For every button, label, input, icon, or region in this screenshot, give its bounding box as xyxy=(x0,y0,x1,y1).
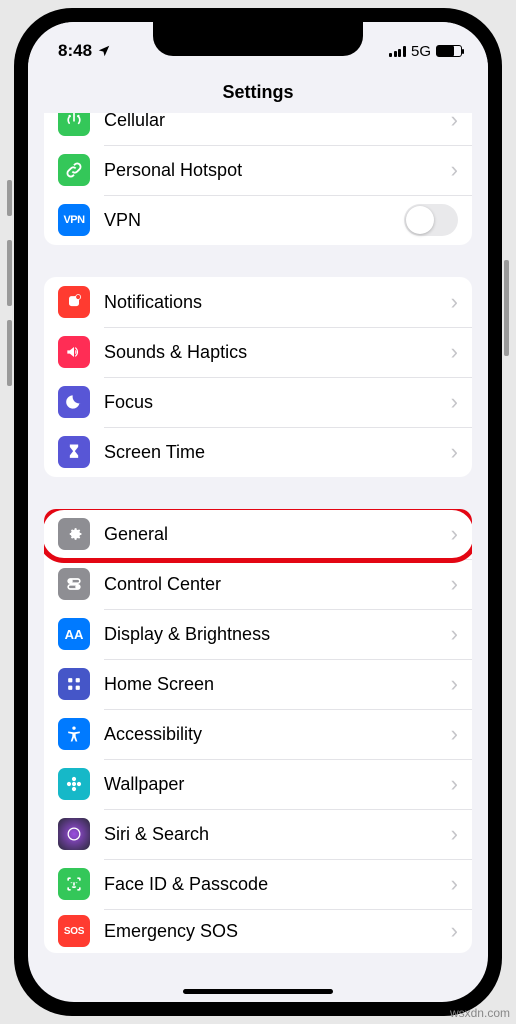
chevron-right-icon: › xyxy=(451,113,458,133)
chevron-right-icon: › xyxy=(451,871,458,897)
phone-frame: 8:48 5G Settings Cellular › xyxy=(14,8,502,1016)
row-label: Personal Hotspot xyxy=(104,160,451,181)
chevron-right-icon: › xyxy=(451,671,458,697)
row-accessibility[interactable]: Accessibility › xyxy=(44,709,472,759)
row-label: Screen Time xyxy=(104,442,451,463)
row-label: Focus xyxy=(104,392,451,413)
signal-icon xyxy=(389,46,406,57)
antenna-icon xyxy=(58,113,90,136)
chevron-right-icon: › xyxy=(451,289,458,315)
row-notifications[interactable]: Notifications › xyxy=(44,277,472,327)
row-label: Cellular xyxy=(104,113,451,131)
accessibility-icon xyxy=(58,718,90,750)
home-indicator[interactable] xyxy=(183,989,333,994)
vpn-icon: VPN xyxy=(58,204,90,236)
text-size-icon: AA xyxy=(58,618,90,650)
link-icon xyxy=(58,154,90,186)
hourglass-icon xyxy=(58,436,90,468)
settings-group-connectivity: Cellular › Personal Hotspot › VPN VPN xyxy=(44,113,472,245)
row-label: Sounds & Haptics xyxy=(104,342,451,363)
row-label: Accessibility xyxy=(104,724,451,745)
row-vpn[interactable]: VPN VPN xyxy=(44,195,472,245)
row-focus[interactable]: Focus › xyxy=(44,377,472,427)
row-wallpaper[interactable]: Wallpaper › xyxy=(44,759,472,809)
row-label: Siri & Search xyxy=(104,824,451,845)
watermark: wsxdn.com xyxy=(450,1006,510,1020)
row-label: Wallpaper xyxy=(104,774,451,795)
grid-icon xyxy=(58,668,90,700)
chevron-right-icon: › xyxy=(451,339,458,365)
battery-icon xyxy=(436,45,462,57)
moon-icon xyxy=(58,386,90,418)
sos-icon: SOS xyxy=(58,915,90,947)
row-control-center[interactable]: Control Center › xyxy=(44,559,472,609)
settings-group-general: General › Control Center › AA Display & … xyxy=(44,509,472,953)
row-label: VPN xyxy=(104,210,404,231)
row-faceid[interactable]: Face ID & Passcode › xyxy=(44,859,472,909)
row-home-screen[interactable]: Home Screen › xyxy=(44,659,472,709)
chevron-right-icon: › xyxy=(451,571,458,597)
row-label: Display & Brightness xyxy=(104,624,451,645)
row-emergency-sos[interactable]: SOS Emergency SOS › xyxy=(44,909,472,953)
chevron-right-icon: › xyxy=(451,157,458,183)
status-time: 8:48 xyxy=(58,41,92,61)
chevron-right-icon: › xyxy=(451,389,458,415)
settings-group-notifications: Notifications › Sounds & Haptics › Focus… xyxy=(44,277,472,477)
row-label: General xyxy=(104,524,451,545)
row-label: Control Center xyxy=(104,574,451,595)
chevron-right-icon: › xyxy=(451,918,458,944)
row-general[interactable]: General › xyxy=(44,509,472,559)
gear-icon xyxy=(58,518,90,550)
network-label: 5G xyxy=(411,43,431,60)
row-label: Emergency SOS xyxy=(104,921,451,942)
faceid-icon xyxy=(58,868,90,900)
row-label: Home Screen xyxy=(104,674,451,695)
notch xyxy=(153,22,363,56)
flower-icon xyxy=(58,768,90,800)
chevron-right-icon: › xyxy=(451,721,458,747)
row-display[interactable]: AA Display & Brightness › xyxy=(44,609,472,659)
screen: 8:48 5G Settings Cellular › xyxy=(28,22,488,1002)
chevron-right-icon: › xyxy=(451,821,458,847)
page-title: Settings xyxy=(28,70,488,113)
chevron-right-icon: › xyxy=(451,621,458,647)
row-label: Notifications xyxy=(104,292,451,313)
row-label: Face ID & Passcode xyxy=(104,874,451,895)
settings-list[interactable]: Cellular › Personal Hotspot › VPN VPN xyxy=(28,113,488,1002)
vpn-toggle[interactable] xyxy=(404,204,458,236)
row-personal-hotspot[interactable]: Personal Hotspot › xyxy=(44,145,472,195)
speaker-icon xyxy=(58,336,90,368)
row-siri[interactable]: Siri & Search › xyxy=(44,809,472,859)
row-sounds[interactable]: Sounds & Haptics › xyxy=(44,327,472,377)
location-icon xyxy=(97,44,111,58)
bell-icon xyxy=(58,286,90,318)
siri-icon xyxy=(58,818,90,850)
chevron-right-icon: › xyxy=(451,521,458,547)
switches-icon xyxy=(58,568,90,600)
row-screen-time[interactable]: Screen Time › xyxy=(44,427,472,477)
row-cellular[interactable]: Cellular › xyxy=(44,113,472,145)
chevron-right-icon: › xyxy=(451,439,458,465)
chevron-right-icon: › xyxy=(451,771,458,797)
